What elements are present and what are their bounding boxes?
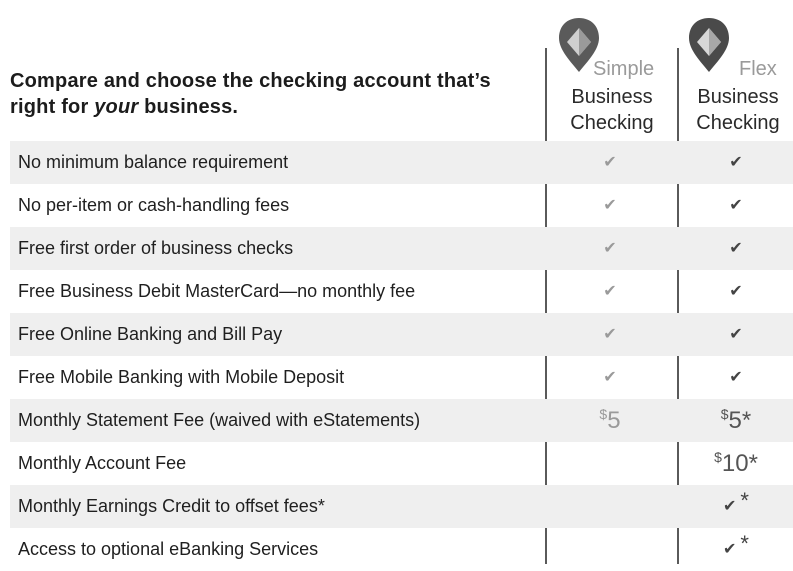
cell-flex: ✔: [679, 227, 793, 270]
table-row: Monthly Account Fee $10*: [10, 442, 793, 485]
cell-simple: ✔: [547, 141, 673, 184]
row-label: Free first order of business checks: [18, 238, 294, 258]
column-title-line2: Business: [571, 86, 653, 108]
cell-simple: ✔: [547, 184, 673, 227]
checkmark-icon: ✔: [729, 325, 743, 343]
page-headline: Compare and choose the checking account …: [10, 68, 530, 120]
table-row: Free Mobile Banking with Mobile Deposit …: [10, 356, 793, 399]
checkmark-icon: ✔: [729, 239, 743, 257]
table-row: Monthly Statement Fee (waived with eStat…: [10, 399, 793, 442]
cell-flex: ✔ *: [679, 528, 793, 571]
cell-flex: $5*: [679, 399, 793, 442]
cell-simple: ✔: [547, 227, 673, 270]
cell-flex: ✔: [679, 313, 793, 356]
checkmark-icon: ✔: [603, 325, 617, 343]
footnote-marker: *: [740, 487, 749, 513]
table-row: Free Business Debit MasterCard—no monthl…: [10, 270, 793, 313]
price-value: $5*: [721, 406, 752, 435]
cell-simple: [547, 442, 673, 485]
checkmark-icon: ✔: [729, 282, 743, 300]
price-amount: 5: [728, 407, 742, 434]
row-label: No minimum balance requirement: [18, 152, 289, 172]
cell-simple: ✔: [547, 270, 673, 313]
checkmark-icon: ✔: [603, 239, 617, 257]
checkmark-icon: ✔: [723, 497, 737, 515]
headline-text: Compare and choose the checking account …: [10, 70, 491, 118]
headline-emphasis: your: [94, 96, 139, 118]
price-value: $5: [599, 406, 620, 435]
table-row: Access to optional eBanking Services ✔ *: [10, 528, 793, 571]
currency-symbol: $: [714, 449, 722, 465]
checkmark-icon: ✔: [729, 153, 743, 171]
location-pin-icon: [689, 18, 729, 72]
table-row: Monthly Earnings Credit to offset fees* …: [10, 485, 793, 528]
cell-simple: ✔: [547, 356, 673, 399]
row-label: Access to optional eBanking Services: [18, 539, 319, 559]
table-row: No per-item or cash-handling fees ✔ ✔: [10, 184, 793, 227]
cell-simple: ✔: [547, 313, 673, 356]
table-row: Free Online Banking and Bill Pay ✔ ✔: [10, 313, 793, 356]
column-title-line3: Checking: [570, 112, 654, 134]
checkmark-icon: ✔: [723, 540, 737, 558]
table-row: No minimum balance requirement ✔ ✔: [10, 141, 793, 184]
row-label: Monthly Earnings Credit to offset fees*: [18, 496, 325, 516]
checkmark-icon: ✔: [603, 282, 617, 300]
cell-flex: $10*: [679, 442, 793, 485]
cell-flex: ✔: [679, 270, 793, 313]
row-label: Monthly Statement Fee (waived with eStat…: [18, 410, 421, 430]
footnote-marker: *: [740, 530, 749, 556]
checkmark-icon: ✔: [603, 368, 617, 386]
cell-simple: $5: [547, 399, 673, 442]
price-amount: 10: [721, 450, 749, 477]
price-value: $10*: [714, 449, 758, 478]
column-title-line3: Checking: [696, 112, 780, 134]
row-label: Free Mobile Banking with Mobile Deposit: [18, 367, 345, 387]
cell-flex: ✔: [679, 184, 793, 227]
column-title-line1: Flex: [739, 58, 777, 80]
currency-symbol: $: [720, 406, 729, 422]
headline-text-end: business.: [138, 96, 239, 118]
comparison-table: No minimum balance requirement ✔ ✔ No pe…: [10, 141, 793, 571]
table-row: Free first order of business checks ✔ ✔: [10, 227, 793, 270]
cell-flex: ✔: [679, 141, 793, 184]
row-label: Monthly Account Fee: [18, 453, 187, 473]
row-label: Free Online Banking and Bill Pay: [18, 324, 283, 344]
checkmark-icon: ✔: [603, 153, 617, 171]
row-label: Free Business Debit MasterCard—no monthl…: [18, 281, 416, 301]
column-title-line2: Business: [697, 86, 779, 108]
row-label: No per-item or cash-handling fees: [18, 195, 290, 215]
checkmark-icon: ✔: [729, 368, 743, 386]
cell-flex: ✔ *: [679, 485, 793, 528]
checkmark-icon: ✔: [603, 196, 617, 214]
cell-simple: [547, 528, 673, 571]
footnote-marker: *: [748, 450, 758, 477]
checkmark-icon: ✔: [729, 196, 743, 214]
cell-simple: [547, 485, 673, 528]
price-amount: 5: [607, 407, 621, 434]
footnote-marker: *: [741, 407, 752, 434]
cell-flex: ✔: [679, 356, 793, 399]
column-title-line1: Simple: [593, 58, 655, 80]
